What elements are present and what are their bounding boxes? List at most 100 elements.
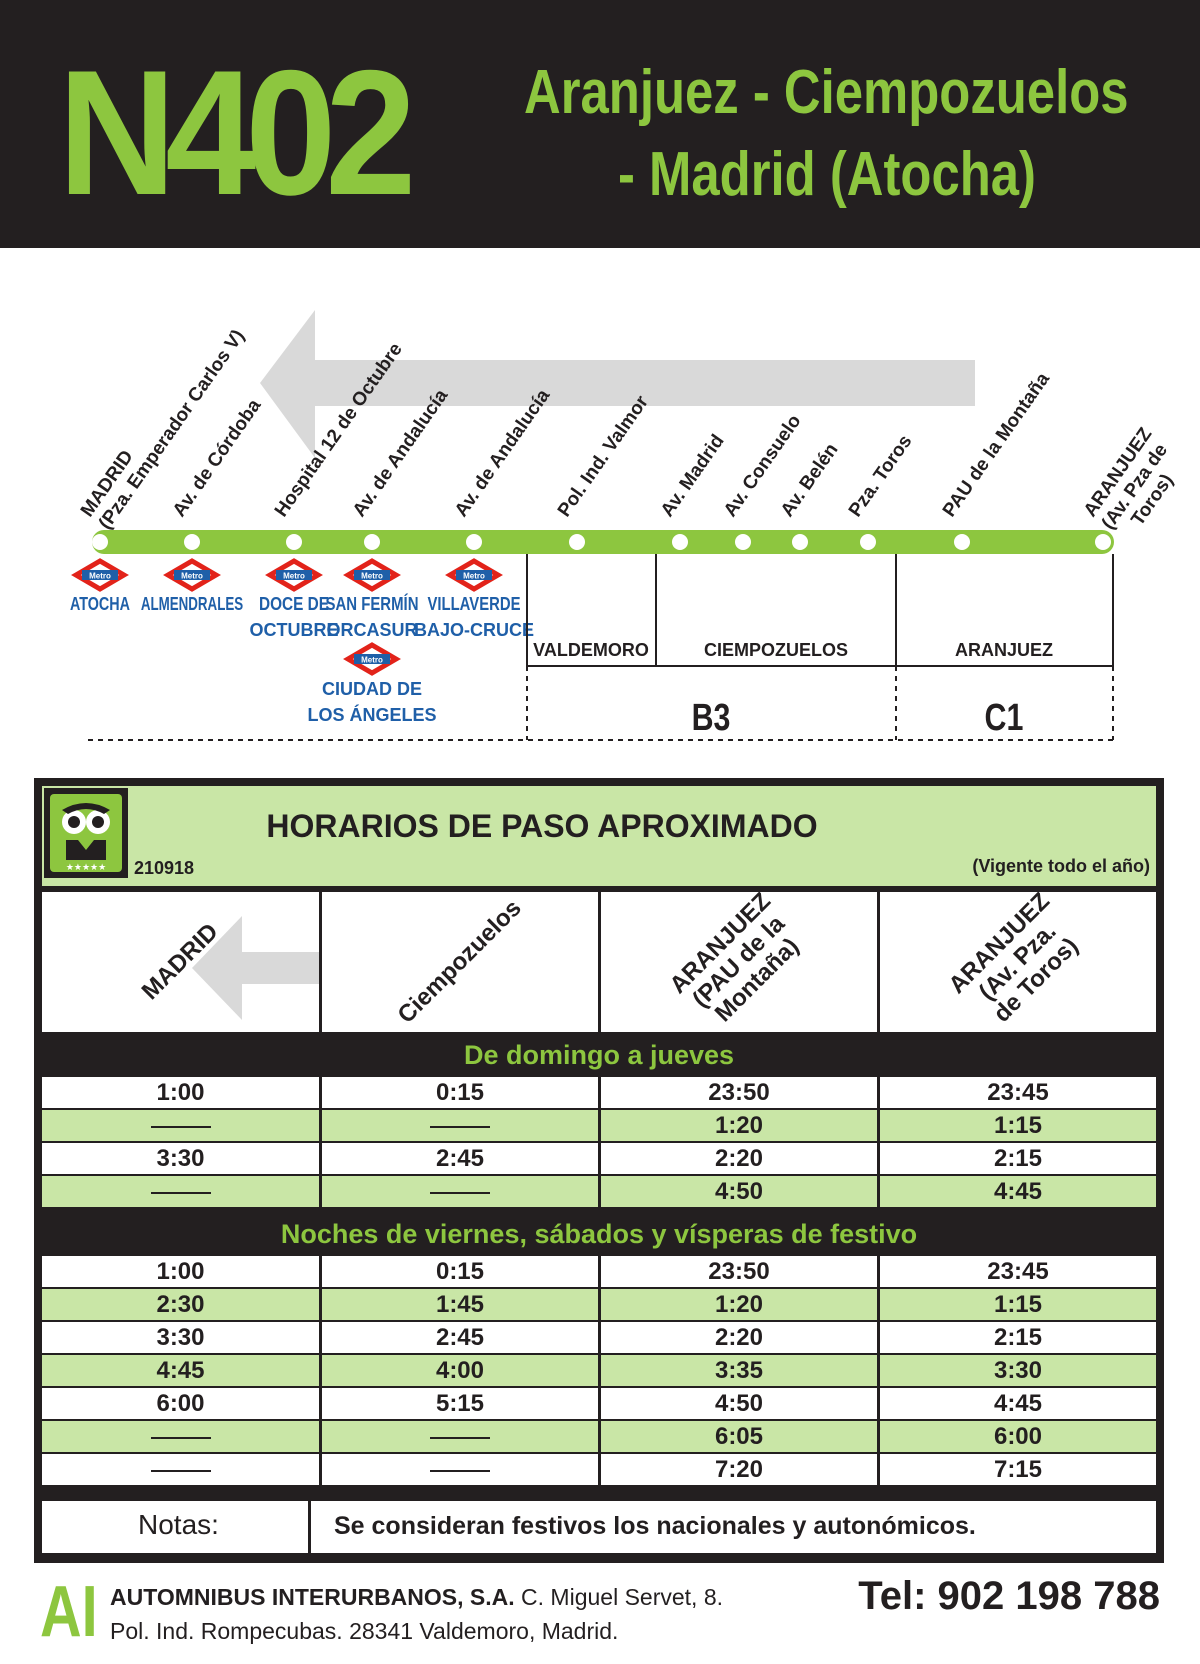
metro-station-name: ATOCHA [70, 594, 130, 614]
time-cell: 23:45 [987, 1079, 1049, 1106]
time-cell: 23:50 [708, 1079, 770, 1106]
notes-divider [308, 1501, 311, 1553]
metro-icon-label: Metro [89, 572, 111, 581]
time-cell: 5:15 [435, 1390, 485, 1417]
metro-station-name: CIUDAD DE [322, 679, 422, 699]
stop-label: ARANJUEZ(Av. Pza deToros) [1080, 424, 1178, 534]
stop-dot [466, 534, 482, 550]
column-divider [319, 1077, 322, 1209]
section-title: Noches de viernes, sábados y vísperas de… [280, 1219, 918, 1249]
time-cell: 6:05 [714, 1423, 764, 1450]
stop-name: Av. Madrid [657, 431, 729, 521]
time-cell: 3:30 [156, 1324, 205, 1351]
time-cell: 2:45 [435, 1145, 485, 1172]
stop-dot [286, 534, 302, 550]
time-cell [322, 1176, 598, 1207]
metro-icon-label: Metro [361, 656, 383, 665]
stop-label: Av. Madrid [657, 431, 729, 521]
stop-dot [364, 534, 380, 550]
no-service-dash [150, 1125, 211, 1128]
stop-dot [735, 534, 751, 550]
metro-station-name: SAN FERMÍN [326, 593, 419, 614]
no-service-dash [150, 1469, 211, 1472]
notes-row: Notas: Se consideran festivos los nacion… [42, 1501, 1156, 1553]
column-divider [598, 1256, 601, 1487]
crtm-logo: ★★★★★ [44, 788, 128, 878]
stop-dot [954, 534, 970, 550]
no-service-dash [430, 1436, 490, 1439]
metro-icon-label: Metro [181, 572, 203, 581]
metro-station-name-2: BAJO-CRUCE [414, 620, 534, 640]
stop-dot [860, 534, 876, 550]
metro-station-name: VILLAVERDE [428, 594, 521, 614]
time-cell: 3:30 [993, 1357, 1043, 1384]
company-phone: Tel: 902 198 788 [858, 1574, 1160, 1618]
time-cell: 1:45 [435, 1291, 485, 1318]
time-cell: 23:50 [708, 1258, 770, 1285]
time-cell: 1:20 [714, 1291, 764, 1318]
stop-dot [672, 534, 688, 550]
time-cell: 6:00 [156, 1390, 205, 1417]
column-divider [319, 1256, 322, 1487]
column-divider [319, 892, 322, 1032]
no-service-dash [430, 1191, 490, 1194]
time-cell: 1:15 [993, 1112, 1043, 1139]
time-cell: 4:00 [435, 1357, 485, 1384]
time-cell: 4:45 [993, 1178, 1043, 1205]
no-service-dash [430, 1469, 490, 1472]
time-cell: 0:15 [435, 1079, 485, 1106]
column-divider [877, 1077, 880, 1209]
stop-label: Av. Belén [777, 440, 843, 521]
metro-station-name-2: OCTUBRE [250, 620, 339, 640]
company-line: AUTOMNIBUS INTERURBANOS, S.A. C. Miguel … [110, 1584, 723, 1611]
time-cell: 2:20 [714, 1145, 764, 1172]
time-cell: 1:20 [714, 1112, 764, 1139]
time-cell: 23:45 [987, 1258, 1049, 1285]
company-logo: AI [40, 1572, 98, 1652]
time-cell: 2:30 [156, 1291, 205, 1318]
column-divider [598, 1077, 601, 1209]
route-name-line2: - Madrid (Atocha) [618, 140, 1036, 209]
time-cell: 1:00 [156, 1079, 205, 1106]
svg-text:★★★★★: ★★★★★ [66, 863, 106, 873]
time-cell [322, 1421, 598, 1452]
time-cell: 4:50 [714, 1178, 764, 1205]
no-service-dash [150, 1436, 211, 1439]
stop-dot [792, 534, 808, 550]
route-map: MADRID(Pza. Emperador Carlos V)Av. de Có… [70, 310, 1178, 741]
stop-dot [92, 534, 108, 550]
town-label: CIEMPOZUELOS [704, 640, 848, 660]
time-cell: 4:45 [993, 1390, 1043, 1417]
metro-station-name: ALMENDRALES [141, 594, 243, 614]
time-cell: 2:45 [435, 1324, 485, 1351]
column-header: ARANJUEZ (PAU de la Montaña) [601, 888, 877, 1032]
metro-icon-label: Metro [283, 572, 305, 581]
zone-label: C1 [985, 697, 1024, 739]
column-divider [877, 1256, 880, 1487]
metro-station-name-2: LOS ÁNGELES [307, 704, 436, 725]
route-code: N402 [58, 33, 416, 232]
time-cell: 2:15 [993, 1145, 1043, 1172]
zone-label: B3 [692, 697, 731, 739]
time-cell [42, 1110, 319, 1141]
time-cell: 2:15 [993, 1324, 1043, 1351]
notes-label: Notas: [138, 1509, 219, 1540]
column-header: Ciempozuelos [322, 892, 598, 1032]
column-divider [598, 892, 601, 1032]
time-cell: 4:50 [714, 1390, 764, 1417]
no-service-dash [150, 1191, 211, 1194]
stop-name: Pza. Toros [845, 431, 917, 521]
time-cell: 3:30 [156, 1145, 205, 1172]
time-cell [42, 1176, 319, 1207]
metro-icon-label: Metro [361, 572, 383, 581]
time-cell: 0:15 [435, 1258, 485, 1285]
stop-dot [1095, 534, 1111, 550]
time-cell: 7:15 [993, 1456, 1043, 1483]
column-header-line: Ciempozuelos [392, 894, 527, 1029]
stop-name: Pol. Ind. Valmor [554, 392, 653, 521]
column-divider [877, 892, 880, 1032]
stop-label: MADRID(Pza. Emperador Carlos V) [77, 326, 249, 534]
town-label: VALDEMORO [533, 640, 649, 660]
time-cell: 6:00 [993, 1423, 1043, 1450]
time-cell: 2:20 [714, 1324, 764, 1351]
